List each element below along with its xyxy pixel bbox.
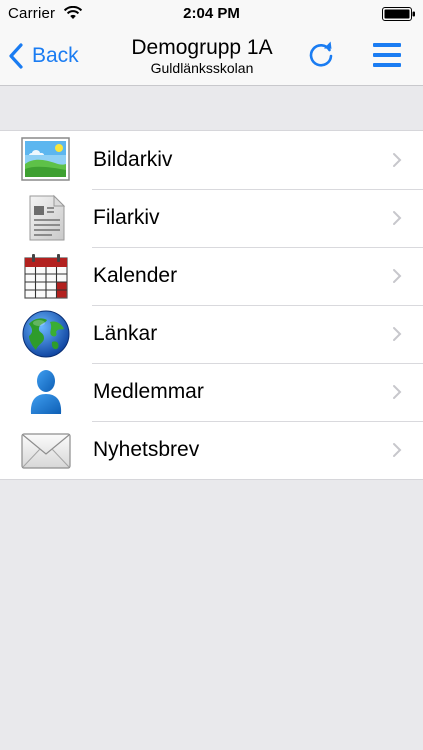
list-item-nyhetsbrev[interactable]: Nyhetsbrev (0, 421, 423, 479)
list-item-label: Bildarkiv (93, 148, 173, 171)
chevron-right-icon (393, 327, 402, 341)
hamburger-menu-icon[interactable] (371, 41, 403, 69)
globe-icon (22, 310, 70, 358)
chevron-right-icon (393, 385, 402, 399)
list-item-label: Filarkiv (93, 206, 160, 229)
chevron-right-icon (393, 211, 402, 225)
chevron-right-icon (393, 269, 402, 283)
chevron-left-icon (9, 43, 23, 69)
status-bar: Carrier 2:04 PM (0, 0, 423, 28)
list-item-label: Medlemmar (93, 380, 204, 403)
document-icon (29, 194, 66, 241)
chevron-right-icon (393, 153, 402, 167)
list-item-label: Nyhetsbrev (93, 438, 200, 461)
list-item-medlemmar[interactable]: Medlemmar (0, 363, 423, 421)
page-title-block: Demogrupp 1A Guldlänksskolan (100, 36, 304, 76)
calendar-icon (24, 254, 68, 299)
battery-icon (382, 7, 415, 21)
list-item-lankar[interactable]: Länkar (0, 305, 423, 363)
envelope-icon (21, 433, 71, 469)
group-menu-list: Bildarkiv Filarkiv Kalender Länkar Medle… (0, 130, 423, 480)
navigation-bar: Carrier 2:04 PM Back Demogrupp 1A Guldlä… (0, 0, 423, 86)
list-item-label: Länkar (93, 322, 158, 345)
page-title: Demogrupp 1A (131, 36, 273, 59)
status-time: 2:04 PM (183, 5, 240, 22)
back-label: Back (32, 44, 79, 67)
back-button[interactable]: Back (8, 38, 79, 74)
list-item-label: Kalender (93, 264, 178, 287)
list-item-kalender[interactable]: Kalender (0, 247, 423, 305)
person-icon (30, 370, 62, 414)
page-subtitle: Guldlänksskolan (150, 60, 254, 76)
picture-icon (21, 137, 70, 181)
refresh-icon[interactable] (305, 39, 337, 71)
chevron-right-icon (393, 443, 402, 457)
list-item-bildarkiv[interactable]: Bildarkiv (0, 131, 423, 189)
list-item-filarkiv[interactable]: Filarkiv (0, 189, 423, 247)
